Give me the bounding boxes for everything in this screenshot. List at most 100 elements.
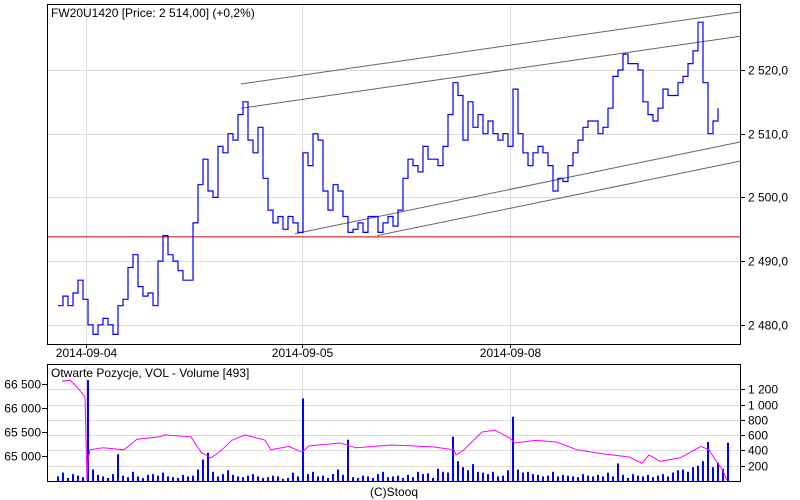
price-line (58, 21, 719, 335)
volume-bar (57, 476, 59, 481)
volume-bar (642, 476, 644, 481)
volume-bar (522, 472, 524, 481)
trendline (376, 160, 741, 237)
price-series (58, 21, 719, 335)
volume-bar (252, 474, 254, 481)
x-tick-label: 2014-09-05 (272, 346, 334, 360)
volume-bar (432, 477, 434, 481)
volume-bar (362, 475, 364, 481)
volume-bar (407, 474, 409, 481)
volume-bar (112, 474, 114, 481)
volume-bar (392, 476, 394, 481)
volume-bar (67, 477, 69, 481)
volume-bar (172, 477, 174, 481)
volume-bar (472, 464, 474, 481)
volume-bar (597, 474, 599, 481)
volume-bar (627, 477, 629, 481)
volume-bar (452, 436, 454, 481)
volume-bar (302, 398, 304, 481)
volume-bar (382, 471, 384, 481)
volume-bar (582, 474, 584, 481)
volume-bar (682, 469, 684, 481)
volume-bar (457, 461, 459, 481)
volume-bar (317, 476, 319, 481)
volume-grid (48, 365, 740, 481)
volume-bar (322, 475, 324, 481)
volume-bar (477, 471, 479, 481)
volume-bar (272, 475, 274, 481)
axes: 2 520,0 2 510,0 2 500,0 2 490,0 2 480,0 2014-… (4, 64, 788, 474)
volume-bar (447, 472, 449, 481)
volume-tick-label: 200 (748, 460, 768, 474)
volume-bar (377, 474, 379, 481)
volume-tick-label: 1 000 (748, 399, 778, 413)
volume-bar (652, 477, 654, 481)
volume-bar (327, 477, 329, 481)
volume-bar (422, 474, 424, 481)
volume-bar (282, 478, 284, 481)
y-tick-label: 2 510,0 (748, 128, 788, 142)
y-tick-label: 2 500,0 (748, 191, 788, 205)
volume-bar (387, 477, 389, 481)
volume-bar (287, 477, 289, 481)
open-interest-tick-label: 65 500 (4, 426, 41, 440)
volume-bar (492, 471, 494, 481)
volume-tick-label: 800 (748, 414, 768, 428)
volume-bar (102, 476, 104, 481)
volume-bar (612, 476, 614, 481)
trendline (294, 141, 741, 235)
volume-bar (417, 471, 419, 481)
x-tick-label: 2014-09-08 (480, 346, 542, 360)
volume-bar (352, 477, 354, 481)
open-interest-tick-label: 66 000 (4, 402, 41, 416)
volume-bar (62, 472, 64, 481)
volume-bar (247, 475, 249, 481)
trendline (240, 35, 741, 109)
volume-bar (232, 474, 234, 481)
volume-bar (512, 416, 514, 481)
volume-bar (372, 477, 374, 481)
volume-bar (427, 473, 429, 481)
volume-bar (602, 476, 604, 481)
volume-bar (517, 469, 519, 481)
volume-bar (677, 470, 679, 481)
volume-bar (507, 470, 509, 481)
volume-bar (662, 474, 664, 481)
volume-bar (157, 475, 159, 481)
volume-bar (402, 477, 404, 481)
volume-bar (717, 462, 719, 481)
volume-bar (162, 472, 164, 481)
volume-bar (167, 476, 169, 481)
volume-bar (197, 469, 199, 481)
volume-bar (82, 477, 84, 481)
volume-bar (127, 477, 129, 481)
volume-bar (227, 470, 229, 481)
volume-bar (562, 474, 564, 481)
volume-bar (532, 474, 534, 481)
volume-tick-label: 400 (748, 444, 768, 458)
volume-bar (152, 474, 154, 481)
volume-chart-title: Otwarte Pozycje, VOL - Volume [493] (51, 366, 249, 380)
volume-bar (187, 476, 189, 481)
volume-bar (312, 471, 314, 481)
copyright-footer: (C)Stooq (370, 485, 418, 499)
volume-bar (557, 476, 559, 481)
volume-bar (712, 467, 714, 481)
volume-bar (442, 471, 444, 481)
volume-bar (572, 476, 574, 481)
volume-bar (527, 471, 529, 481)
volume-bar (192, 475, 194, 481)
volume-bar (182, 474, 184, 481)
volume-bar (622, 474, 624, 481)
volume-bar (357, 477, 359, 481)
trendline (240, 11, 741, 85)
volume-bar (702, 461, 704, 481)
volume-bar (342, 474, 344, 481)
volume-bar (607, 472, 609, 481)
open-interest-line (61, 379, 728, 481)
volume-bar (727, 442, 729, 481)
volume-bar (437, 468, 439, 481)
volume-bar (552, 471, 554, 481)
volume-bar (77, 475, 79, 481)
x-tick-label: 2014-09-04 (56, 346, 118, 360)
